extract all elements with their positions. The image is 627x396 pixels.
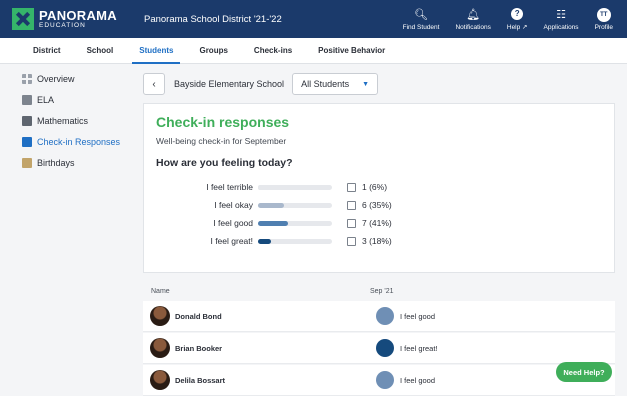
response-bar	[258, 238, 332, 244]
student-group-value: All Students	[301, 79, 350, 89]
response-bar-fill	[258, 220, 289, 226]
calculator-icon	[22, 115, 32, 126]
main-nav: District School Students Groups Check-in…	[0, 38, 627, 64]
logo-mark-icon	[12, 8, 34, 30]
find-student-button[interactable]: 🔍︎ Find Student	[395, 0, 448, 38]
back-button[interactable]: ‹	[143, 73, 165, 95]
panorama-logo[interactable]: PANORAMA EDUCATION	[12, 8, 132, 30]
notifications-label: Notifications	[455, 23, 491, 31]
avatar	[150, 370, 170, 390]
response-checkbox[interactable]	[347, 200, 356, 210]
sidebar-item-check-in-responses[interactable]: Check-in Responses	[0, 131, 135, 152]
student-name[interactable]: Donald Bond	[175, 312, 222, 321]
cake-icon	[22, 157, 32, 168]
tab-positive-behavior[interactable]: Positive Behavior	[305, 38, 398, 63]
bell-icon: 🔔︎	[466, 8, 481, 21]
table-row: Brian Booker I feel great!	[143, 333, 615, 364]
response-label: I feel great!	[210, 236, 253, 246]
response-checkbox[interactable]	[347, 218, 356, 228]
sidebar-item-overview[interactable]: Overview	[0, 68, 135, 89]
caret-down-icon: ▼	[362, 80, 370, 88]
response-count: 7 (41%)	[362, 218, 392, 228]
response-checkbox[interactable]	[347, 236, 356, 246]
table-row: Delila Bossart I feel good	[143, 365, 615, 396]
card-title: Check-in responses	[156, 114, 290, 130]
help-icon: ?	[511, 7, 524, 20]
response-checkbox[interactable]	[347, 182, 356, 192]
response-bar	[258, 220, 332, 226]
response-label: I feel good	[213, 218, 253, 228]
profile-label: Profile	[594, 23, 613, 31]
response-count: 6 (35%)	[362, 200, 392, 210]
response-count: 1 (6%)	[362, 182, 388, 192]
tab-students[interactable]: Students	[126, 38, 186, 64]
response-bar	[258, 184, 332, 190]
response-bar-fill	[258, 202, 284, 208]
student-name[interactable]: Delila Bossart	[175, 376, 225, 385]
response-row: I feel okay 6 (35%)	[144, 196, 616, 214]
tab-district[interactable]: District	[20, 38, 74, 63]
book-icon	[22, 94, 32, 105]
sidebar-item-label: Overview	[37, 73, 75, 84]
table-header: Name Sep '21	[143, 281, 615, 301]
need-help-button[interactable]: Need Help?	[556, 362, 612, 382]
response-dot	[376, 371, 394, 389]
response-text: I feel great!	[400, 343, 438, 353]
response-bar	[258, 202, 332, 208]
top-bar: PANORAMA EDUCATION Panorama School Distr…	[0, 0, 627, 38]
student-name[interactable]: Brian Booker	[175, 344, 222, 353]
response-label: I feel terrible	[206, 182, 253, 192]
response-bar-fill	[258, 184, 263, 190]
check-in-responses-card: Check-in responses Well-being check-in f…	[143, 103, 615, 273]
avatar	[150, 306, 170, 326]
response-dot	[376, 339, 394, 357]
column-header-date[interactable]: Sep '21	[370, 288, 394, 295]
tab-check-ins[interactable]: Check-ins	[241, 38, 305, 63]
sidebar-item-label: Birthdays	[37, 157, 75, 168]
sidebar-item-birthdays[interactable]: Birthdays	[0, 152, 135, 173]
applications-label: Applications	[543, 23, 579, 31]
profile-icon: TT	[596, 7, 611, 22]
response-label: I feel okay	[214, 200, 253, 210]
response-bar-fill	[258, 238, 272, 244]
card-subtitle: Well-being check-in for September	[156, 136, 287, 146]
question-text: How are you feeling today?	[156, 157, 293, 169]
search-icon: 🔍︎	[414, 8, 429, 21]
checkin-icon	[22, 136, 32, 147]
response-row: I feel good 7 (41%)	[144, 214, 616, 232]
notifications-button[interactable]: 🔔︎ Notifications	[447, 0, 498, 38]
response-row: I feel terrible 1 (6%)	[144, 178, 616, 196]
table-row: Donald Bond I feel good	[143, 301, 615, 332]
tab-school[interactable]: School	[74, 38, 127, 63]
district-title[interactable]: Panorama School District '21-'22	[144, 14, 395, 25]
school-filter-row: ‹ Bayside Elementary School All Students…	[143, 73, 379, 95]
applications-button[interactable]: ☷ Applications	[536, 0, 587, 38]
brand-name: PANORAMA	[39, 7, 117, 23]
school-name: Bayside Elementary School	[174, 79, 285, 89]
response-dot	[376, 307, 394, 325]
main-content: ‹ Bayside Elementary School All Students…	[143, 65, 615, 396]
sidebar-item-mathematics[interactable]: Mathematics	[0, 110, 135, 131]
brand-sub: EDUCATION	[39, 21, 86, 29]
grid-icon: ☷	[556, 8, 566, 21]
response-row: I feel great! 3 (18%)	[144, 232, 616, 250]
help-label: Help ↗	[506, 23, 528, 31]
sidebar: Overview ELA Mathematics Check-in Respon…	[0, 65, 135, 385]
tab-groups[interactable]: Groups	[186, 38, 240, 63]
header-actions: 🔍︎ Find Student 🔔︎ Notifications ? Help …	[395, 0, 621, 38]
sidebar-item-label: ELA	[37, 94, 55, 105]
response-text: I feel good	[400, 375, 436, 385]
column-header-name[interactable]: Name	[151, 288, 170, 295]
student-group-select[interactable]: All Students ▼	[292, 73, 379, 95]
response-count: 3 (18%)	[362, 236, 392, 246]
response-text: I feel good	[400, 311, 436, 321]
find-student-label: Find Student	[402, 23, 440, 31]
sidebar-item-label: Check-in Responses	[37, 136, 121, 147]
avatar	[150, 338, 170, 358]
grid-icon	[22, 73, 32, 84]
sidebar-item-ela[interactable]: ELA	[0, 89, 135, 110]
profile-button[interactable]: TT Profile	[587, 0, 621, 38]
help-button[interactable]: ? Help ↗	[499, 0, 536, 38]
sidebar-item-label: Mathematics	[37, 115, 89, 126]
